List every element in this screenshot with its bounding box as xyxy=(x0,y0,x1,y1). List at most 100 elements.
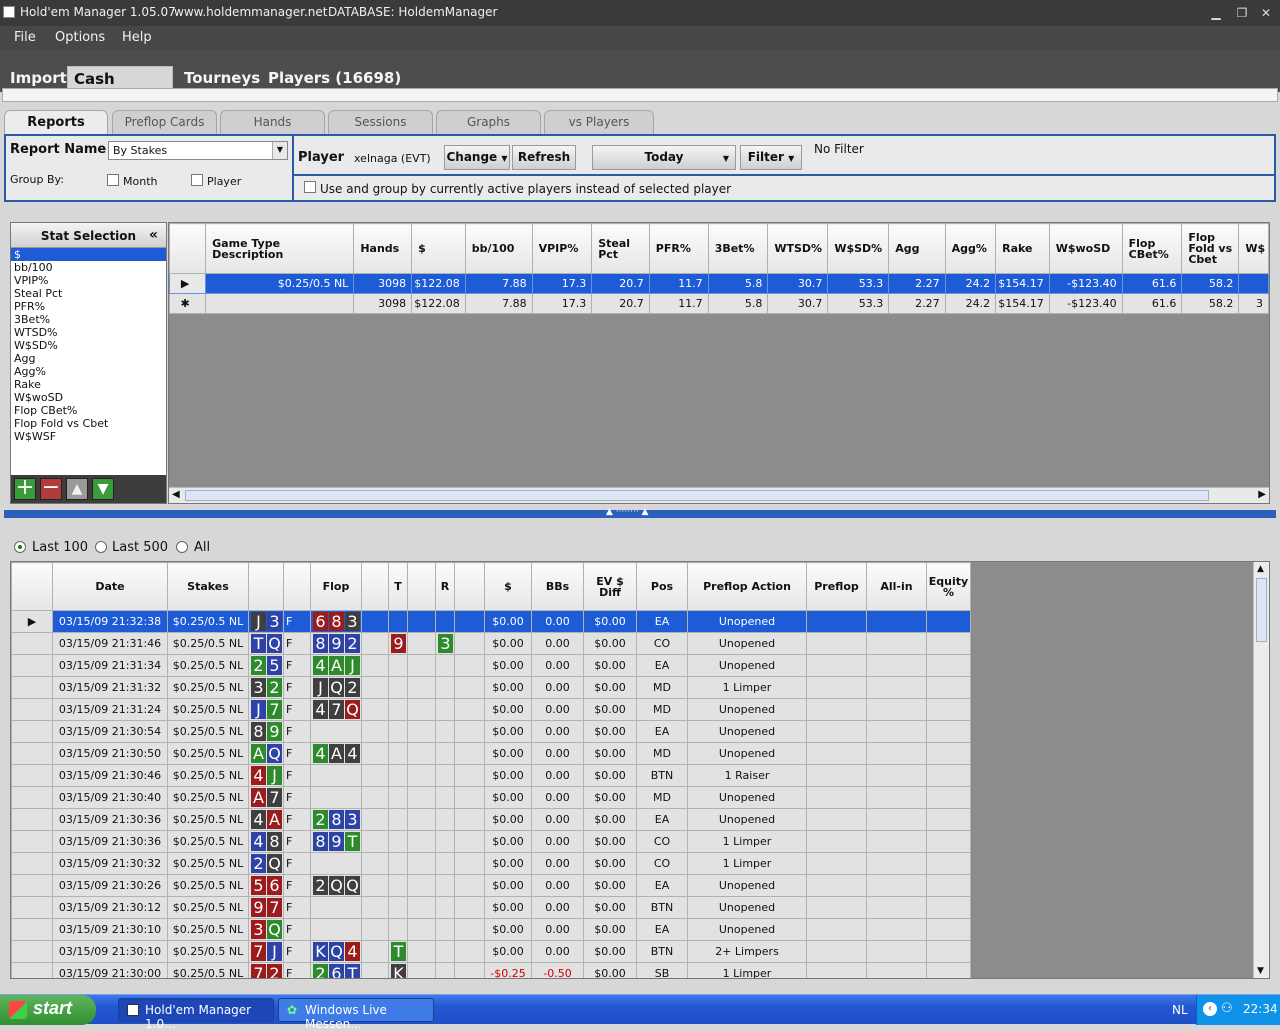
last100-radio[interactable] xyxy=(14,541,26,553)
hand-row[interactable]: 03/15/09 21:30:12 $0.25/0.5 NL 9 7 F $0.00 0.0… xyxy=(11,896,971,919)
hand-row[interactable]: ▶ 03/15/09 21:32:38 $0.25/0.5 NL J 3 F 6 8 3 $0.0… xyxy=(11,610,971,633)
hand-row[interactable]: 03/15/09 21:30:50 $0.25/0.5 NL A Q F 4 A 4 $0.00… xyxy=(11,742,971,765)
scroll-left-icon[interactable]: ◀ xyxy=(172,489,180,500)
tab-vs-players[interactable]: vs Players xyxy=(544,110,654,134)
col-river-act[interactable] xyxy=(454,562,485,611)
hand-row[interactable]: 03/15/09 21:31:32 $0.25/0.5 NL 3 2 F J Q 2 $0.00… xyxy=(11,676,971,699)
col-turn[interactable]: T xyxy=(388,562,408,611)
tab-sessions[interactable]: Sessions xyxy=(328,110,433,134)
col-preflop-act[interactable] xyxy=(283,562,311,611)
restore-icon[interactable]: ❐ xyxy=(1234,6,1250,20)
start-button[interactable]: start xyxy=(0,995,96,1025)
hand-row[interactable]: 03/15/09 21:30:46 $0.25/0.5 NL 4 J F $0.00 0.0… xyxy=(11,764,971,787)
hand-row[interactable]: 03/15/09 21:30:00 $0.25/0.5 NL 7 2 F 2 6 T K -$0.… xyxy=(11,962,971,978)
vertical-scrollbar[interactable]: ▲ ▼ xyxy=(1253,562,1269,978)
col-preflop-action[interactable]: Preflop Action xyxy=(687,562,807,611)
report-col-header[interactable]: PFR% xyxy=(648,223,709,274)
report-col-header[interactable]: $ xyxy=(411,223,466,274)
col-date[interactable]: Date xyxy=(52,562,168,611)
tab-reports[interactable]: Reports xyxy=(4,110,108,135)
report-col-header[interactable]: Hands xyxy=(353,223,413,274)
stat-item[interactable]: $ xyxy=(11,248,166,261)
report-col-header[interactable]: W$SD% xyxy=(827,223,890,274)
panel-splitter[interactable]: ▲ ········ ▲ xyxy=(4,507,1276,518)
stat-item[interactable]: WTSD% xyxy=(11,326,166,339)
filter-button[interactable]: Filter ▼ xyxy=(740,145,802,170)
col-ev-diff[interactable]: EV $ Diff xyxy=(583,562,637,611)
hand-row[interactable]: 03/15/09 21:30:10 $0.25/0.5 NL 3 Q F $0.00 0.0… xyxy=(11,918,971,941)
remove-stat-icon[interactable]: − xyxy=(40,477,62,500)
stat-item[interactable]: bb/100 xyxy=(11,261,166,274)
col-flop[interactable]: Flop xyxy=(310,562,362,611)
language-indicator[interactable]: NL xyxy=(1172,1003,1188,1017)
stat-item[interactable]: Flop Fold vs Cbet xyxy=(11,417,166,430)
report-col-header[interactable]: 3Bet% xyxy=(707,223,769,274)
stat-item[interactable]: VPIP% xyxy=(11,274,166,287)
stat-item[interactable]: W$SD% xyxy=(11,339,166,352)
last500-radio[interactable] xyxy=(95,541,107,553)
report-col-header[interactable]: Flop CBet% xyxy=(1121,223,1183,274)
hand-row[interactable]: 03/15/09 21:30:26 $0.25/0.5 NL 5 6 F 2 Q Q $0.00… xyxy=(11,874,971,897)
taskbar-item-holdem[interactable]: Hold'em Manager 1.0... xyxy=(118,998,274,1031)
scroll-down-icon[interactable]: ▼ xyxy=(1257,966,1264,976)
stat-item[interactable]: 3Bet% xyxy=(11,313,166,326)
report-col-header[interactable]: Flop Fold vs Cbet xyxy=(1181,223,1240,274)
report-col-header[interactable]: VPIP% xyxy=(531,223,593,274)
move-up-icon[interactable]: ▲ xyxy=(66,478,88,500)
report-row[interactable]: ▶ $0.25/0.5 NL 3098 $122.08 7.88 17.3 20.7 11.7… xyxy=(169,273,1269,294)
taskbar-item-messenger[interactable]: ✿ Windows Live Messen... xyxy=(278,998,434,1031)
stat-item[interactable]: Agg xyxy=(11,352,166,365)
report-col-header[interactable]: Rake xyxy=(995,223,1050,274)
col-turn-act[interactable] xyxy=(407,562,436,611)
col-river[interactable]: R xyxy=(435,562,455,611)
group-month-checkbox[interactable] xyxy=(107,174,119,186)
hand-row[interactable]: 03/15/09 21:31:46 $0.25/0.5 NL T Q F 8 9 2 9 3 $0.… xyxy=(11,632,971,655)
stat-item[interactable]: Agg% xyxy=(11,365,166,378)
stat-item[interactable]: Rake xyxy=(11,378,166,391)
hand-row[interactable]: 03/15/09 21:31:34 $0.25/0.5 NL 2 5 F 4 A J $0.00… xyxy=(11,654,971,677)
hand-row[interactable]: 03/15/09 21:30:10 $0.25/0.5 NL 7 J F K Q 4 T $0.0… xyxy=(11,940,971,963)
stat-item[interactable]: Flop CBet% xyxy=(11,404,166,417)
active-players-checkbox[interactable] xyxy=(304,181,316,193)
scroll-up-icon[interactable]: ▲ xyxy=(1257,564,1264,574)
minimize-icon[interactable]: ▁ xyxy=(1208,6,1224,20)
hand-row[interactable]: 03/15/09 21:31:24 $0.25/0.5 NL J 7 F 4 7 Q $0.00… xyxy=(11,698,971,721)
report-col-header[interactable]: Steal Pct xyxy=(591,223,650,274)
stat-item[interactable]: W$WSF xyxy=(11,430,166,443)
menu-options[interactable]: Options xyxy=(55,30,105,45)
report-col-header[interactable]: W$woSD xyxy=(1048,223,1123,274)
col-equity[interactable]: Equity % xyxy=(926,562,971,611)
col-all-in[interactable]: All-in xyxy=(866,562,927,611)
all-radio[interactable] xyxy=(176,541,188,553)
tab-preflop-cards[interactable]: Preflop Cards xyxy=(112,110,217,134)
report-col-header[interactable]: Game Type Description xyxy=(205,223,355,274)
collapse-icon[interactable]: « xyxy=(149,227,158,243)
horizontal-scrollbar[interactable]: ◀ ▶ xyxy=(169,487,1269,503)
stat-item[interactable]: Steal Pct xyxy=(11,287,166,300)
scroll-right-icon[interactable]: ▶ xyxy=(1258,489,1266,500)
hand-row[interactable]: 03/15/09 21:30:36 $0.25/0.5 NL 4 A F 2 8 3 $0.00… xyxy=(11,808,971,831)
scroll-thumb[interactable] xyxy=(185,490,1209,501)
network-icon[interactable]: ⚇ xyxy=(1221,1001,1233,1016)
col-flop-act[interactable] xyxy=(361,562,389,611)
add-stat-icon[interactable]: + xyxy=(14,477,36,500)
tray-expand-icon[interactable]: ‹ xyxy=(1203,1002,1217,1016)
report-col-header[interactable]: Agg% xyxy=(944,223,997,274)
hand-row[interactable]: 03/15/09 21:30:32 $0.25/0.5 NL 2 Q F $0.00 0.0… xyxy=(11,852,971,875)
report-col-header[interactable]: W$ xyxy=(1238,223,1269,274)
report-col-header[interactable]: WTSD% xyxy=(767,223,829,274)
stat-item[interactable]: W$woSD xyxy=(11,391,166,404)
col-hole-cards[interactable] xyxy=(248,562,284,611)
menu-file[interactable]: File xyxy=(14,30,36,45)
col-dollars[interactable]: $ xyxy=(484,562,532,611)
move-down-icon[interactable]: ▼ xyxy=(92,478,114,500)
col-stakes[interactable]: Stakes xyxy=(167,562,249,611)
report-col-header[interactable]: bb/100 xyxy=(464,223,533,274)
tab-hands[interactable]: Hands xyxy=(220,110,325,134)
close-icon[interactable]: ✕ xyxy=(1258,6,1274,20)
hand-row[interactable]: 03/15/09 21:30:36 $0.25/0.5 NL 4 8 F 8 9 T $0.00… xyxy=(11,830,971,853)
hand-row[interactable]: 03/15/09 21:30:54 $0.25/0.5 NL 8 9 F $0.00 0.0… xyxy=(11,720,971,743)
date-range-dropdown[interactable]: Today ▼ xyxy=(592,145,736,170)
hand-row[interactable]: 03/15/09 21:30:40 $0.25/0.5 NL A 7 F $0.00 0.0… xyxy=(11,786,971,809)
change-button[interactable]: Change ▼ xyxy=(444,145,510,170)
